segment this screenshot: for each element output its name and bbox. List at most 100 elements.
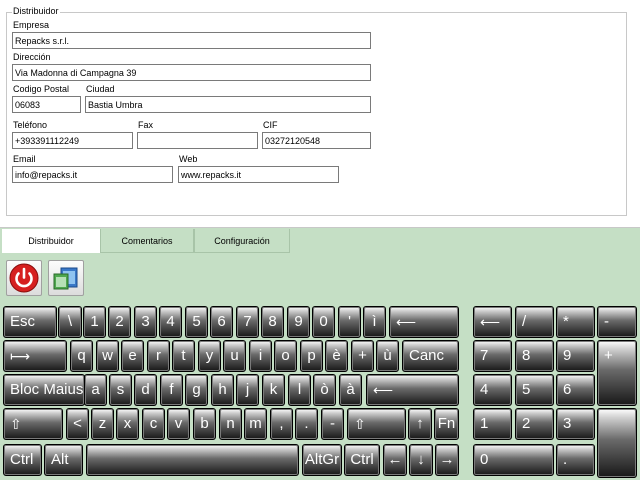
key-t[interactable]: t: [172, 340, 195, 372]
cif-field[interactable]: [262, 132, 371, 149]
key-l[interactable]: l: [288, 374, 311, 406]
key-plus[interactable]: +: [351, 340, 374, 372]
key-j[interactable]: j: [236, 374, 259, 406]
key-arrow-up[interactable]: ↑: [408, 408, 432, 440]
power-button[interactable]: [6, 260, 42, 296]
key-arrow-down[interactable]: ↓: [409, 444, 433, 476]
numpad-enter[interactable]: [597, 408, 637, 478]
key-esc[interactable]: Esc: [3, 306, 57, 338]
key-s[interactable]: s: [109, 374, 132, 406]
ciudad-field[interactable]: [85, 96, 371, 113]
numpad-backspace[interactable]: ⟵: [473, 306, 512, 338]
numpad-5[interactable]: 5: [515, 374, 554, 406]
key-m[interactable]: m: [244, 408, 267, 440]
numpad-multiply[interactable]: *: [556, 306, 595, 338]
key-b[interactable]: b: [193, 408, 216, 440]
key-i[interactable]: i: [249, 340, 272, 372]
key-enter[interactable]: ⟵: [366, 374, 459, 406]
tab-strip: Distribuidor Comentarios Configuración: [0, 228, 640, 253]
fax-field[interactable]: [137, 132, 258, 149]
key-alt[interactable]: Alt: [44, 444, 83, 476]
key-n[interactable]: n: [219, 408, 242, 440]
numpad-decimal[interactable]: .: [556, 444, 595, 476]
key-4[interactable]: 4: [159, 306, 182, 338]
window-switch-button[interactable]: [48, 260, 84, 296]
numpad-0[interactable]: 0: [473, 444, 554, 476]
key-e[interactable]: e: [121, 340, 144, 372]
key-tab[interactable]: ⟼: [3, 340, 67, 372]
on-screen-keyboard: Esc \ 1 2 3 4 5 6 7 8 9 0 ' ì ⟵ ⟼ q w e …: [0, 298, 640, 480]
key-8[interactable]: 8: [261, 306, 284, 338]
key-1[interactable]: 1: [83, 306, 106, 338]
empresa-field[interactable]: [12, 32, 371, 49]
key-o-grave[interactable]: ò: [313, 374, 336, 406]
key-backspace[interactable]: ⟵: [389, 306, 459, 338]
key-x[interactable]: x: [116, 408, 139, 440]
key-right-shift[interactable]: ⇧: [347, 408, 406, 440]
numpad-minus[interactable]: -: [597, 306, 637, 338]
key-f[interactable]: f: [160, 374, 183, 406]
numpad-2[interactable]: 2: [515, 408, 554, 440]
numpad-4[interactable]: 4: [473, 374, 512, 406]
key-e-grave[interactable]: è: [325, 340, 348, 372]
direccion-field[interactable]: [12, 64, 371, 81]
key-altgr[interactable]: AltGr: [302, 444, 342, 476]
key-z[interactable]: z: [91, 408, 114, 440]
key-backslash[interactable]: \: [58, 306, 82, 338]
key-w[interactable]: w: [96, 340, 119, 372]
key-3[interactable]: 3: [134, 306, 157, 338]
key-h[interactable]: h: [211, 374, 234, 406]
numpad-divide[interactable]: /: [515, 306, 554, 338]
empresa-label: Empresa: [13, 20, 50, 30]
key-i-grave[interactable]: ì: [363, 306, 386, 338]
key-comma[interactable]: ,: [270, 408, 293, 440]
key-6[interactable]: 6: [210, 306, 233, 338]
tab-distribuidor[interactable]: Distribuidor: [2, 229, 100, 253]
key-arrow-left[interactable]: ←: [383, 444, 407, 476]
key-5[interactable]: 5: [185, 306, 208, 338]
tab-comentarios[interactable]: Comentarios: [100, 229, 194, 253]
telefono-field[interactable]: [12, 132, 133, 149]
key-minus[interactable]: -: [321, 408, 344, 440]
key-g[interactable]: g: [185, 374, 208, 406]
key-d[interactable]: d: [134, 374, 157, 406]
key-y[interactable]: y: [198, 340, 221, 372]
numpad-7[interactable]: 7: [473, 340, 512, 372]
key-less-than[interactable]: <: [66, 408, 89, 440]
key-fn[interactable]: Fn: [434, 408, 459, 440]
key-c[interactable]: c: [142, 408, 165, 440]
key-2[interactable]: 2: [108, 306, 131, 338]
key-apostrophe[interactable]: ': [338, 306, 361, 338]
key-r[interactable]: r: [147, 340, 170, 372]
key-0[interactable]: 0: [312, 306, 335, 338]
key-period[interactable]: .: [295, 408, 318, 440]
email-field[interactable]: [12, 166, 173, 183]
numpad-plus[interactable]: +: [597, 340, 637, 406]
key-7[interactable]: 7: [236, 306, 259, 338]
key-9[interactable]: 9: [287, 306, 310, 338]
numpad-1[interactable]: 1: [473, 408, 512, 440]
key-u[interactable]: u: [223, 340, 246, 372]
numpad-9[interactable]: 9: [556, 340, 595, 372]
numpad-8[interactable]: 8: [515, 340, 554, 372]
key-o[interactable]: o: [274, 340, 297, 372]
key-left-ctrl[interactable]: Ctrl: [3, 444, 42, 476]
key-v[interactable]: v: [167, 408, 190, 440]
key-left-shift[interactable]: ⇧: [3, 408, 63, 440]
key-p[interactable]: p: [300, 340, 323, 372]
key-canc[interactable]: Canc: [402, 340, 459, 372]
key-a[interactable]: a: [84, 374, 107, 406]
web-field[interactable]: [178, 166, 339, 183]
key-right-ctrl[interactable]: Ctrl: [344, 444, 380, 476]
key-a-grave[interactable]: à: [339, 374, 362, 406]
key-arrow-right[interactable]: →: [435, 444, 459, 476]
key-caps-lock[interactable]: Bloc Maiusc: [3, 374, 85, 406]
codigo-postal-field[interactable]: [12, 96, 81, 113]
key-k[interactable]: k: [262, 374, 285, 406]
tab-configuracion[interactable]: Configuración: [194, 229, 290, 253]
key-space[interactable]: [86, 444, 299, 476]
key-u-grave[interactable]: ù: [376, 340, 399, 372]
numpad-6[interactable]: 6: [556, 374, 595, 406]
numpad-3[interactable]: 3: [556, 408, 595, 440]
key-q[interactable]: q: [70, 340, 93, 372]
